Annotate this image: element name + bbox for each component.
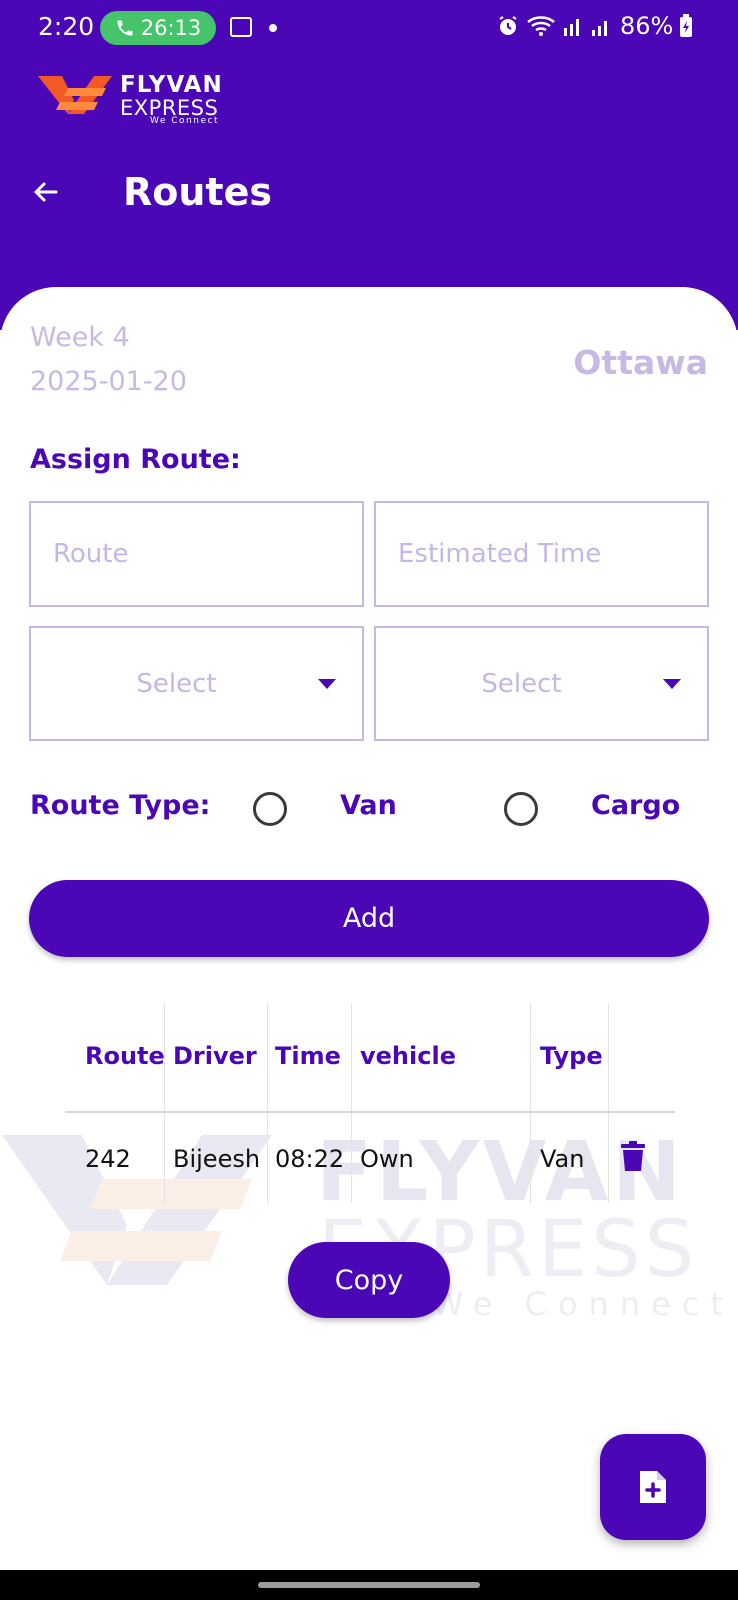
arrow-left-icon[interactable] bbox=[28, 174, 64, 210]
city-label: Ottawa bbox=[573, 343, 708, 382]
wifi-icon bbox=[527, 16, 555, 36]
copy-button-label: Copy bbox=[334, 1264, 404, 1296]
estimated-time-input[interactable] bbox=[376, 503, 707, 605]
vehicle-select-value: Select bbox=[481, 668, 562, 699]
route-type-label: Route Type: bbox=[30, 790, 211, 821]
battery-level: 86% bbox=[620, 12, 674, 40]
route-input[interactable] bbox=[31, 503, 362, 605]
battery-charging-icon bbox=[680, 14, 693, 37]
copy-button[interactable]: Copy bbox=[288, 1242, 450, 1318]
date-label: 2025-01-20 bbox=[30, 366, 187, 397]
table-col-divider bbox=[608, 1003, 609, 1203]
phone-icon bbox=[117, 20, 133, 36]
column-header-route: Route bbox=[85, 1042, 165, 1070]
cell-type: Van bbox=[540, 1145, 585, 1173]
signal-icon bbox=[592, 21, 607, 36]
week-label: Week 4 bbox=[30, 322, 130, 353]
driver-select[interactable]: Select bbox=[29, 626, 364, 741]
flyvan-logo-icon bbox=[38, 76, 112, 114]
add-document-icon bbox=[640, 1471, 666, 1503]
logo-tagline: We Connect bbox=[150, 116, 219, 126]
add-button-label: Add bbox=[342, 903, 396, 934]
status-icons: 86% bbox=[496, 12, 693, 40]
page-title: Routes bbox=[123, 170, 272, 214]
table-col-divider bbox=[530, 1003, 531, 1203]
column-header-type: Type bbox=[540, 1042, 603, 1070]
notification-dot-icon bbox=[269, 24, 277, 32]
table-header-divider bbox=[65, 1111, 675, 1113]
add-document-button[interactable] bbox=[600, 1434, 706, 1540]
system-nav-bar bbox=[0, 1570, 738, 1600]
home-handle[interactable] bbox=[258, 1582, 480, 1588]
column-header-time: Time bbox=[275, 1042, 341, 1070]
radio-cargo[interactable] bbox=[504, 792, 538, 826]
trash-icon[interactable] bbox=[621, 1141, 645, 1171]
call-pill[interactable]: 26:13 bbox=[100, 11, 216, 45]
caret-down-icon bbox=[663, 678, 681, 689]
radio-van[interactable] bbox=[253, 792, 287, 826]
radio-label-van[interactable]: Van bbox=[340, 790, 397, 821]
cell-driver: Bijeesh bbox=[173, 1145, 261, 1173]
column-header-driver: Driver bbox=[173, 1042, 257, 1070]
caret-down-icon bbox=[318, 678, 336, 689]
alarm-icon bbox=[499, 16, 517, 35]
status-time: 2:20 bbox=[38, 12, 95, 41]
vehicle-select[interactable]: Select bbox=[374, 626, 709, 741]
status-bar: 2:20 26:13 86% bbox=[0, 0, 738, 56]
call-timer: 26:13 bbox=[140, 16, 202, 40]
table-col-divider bbox=[267, 1003, 268, 1203]
cell-vehicle: Own bbox=[360, 1145, 414, 1173]
signal-icon bbox=[564, 19, 579, 36]
column-header-vehicle: vehicle bbox=[360, 1042, 456, 1070]
app-logo: FLYVAN EXPRESS We Connect bbox=[38, 70, 238, 128]
gallery-icon bbox=[230, 17, 252, 37]
add-button[interactable]: Add bbox=[29, 880, 709, 957]
table-col-divider bbox=[351, 1003, 352, 1203]
assign-route-label: Assign Route: bbox=[30, 444, 241, 475]
cell-route: 242 bbox=[85, 1145, 131, 1173]
logo-title: FLYVAN bbox=[120, 72, 223, 98]
estimated-time-field[interactable] bbox=[374, 501, 709, 607]
routes-table: Route Driver Time vehicle Type 242 Bijee… bbox=[65, 1003, 675, 1203]
cell-time: 08:22 bbox=[275, 1145, 345, 1173]
route-field[interactable] bbox=[29, 501, 364, 607]
table-col-divider bbox=[164, 1003, 165, 1203]
radio-label-cargo[interactable]: Cargo bbox=[591, 790, 680, 821]
driver-select-value: Select bbox=[136, 668, 217, 699]
